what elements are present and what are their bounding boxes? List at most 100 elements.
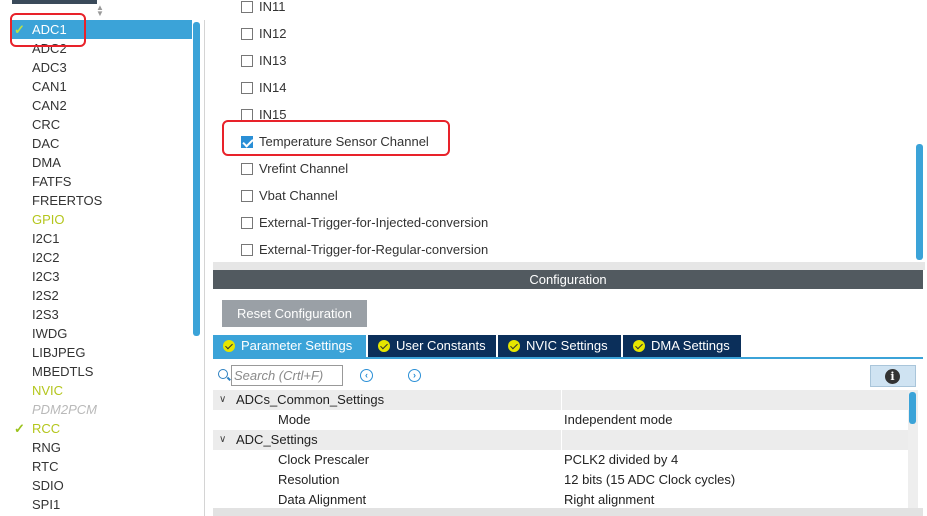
peripheral-item[interactable]: DMA [10, 153, 192, 172]
config-tab[interactable]: Parameter Settings [213, 335, 366, 357]
peripheral-label: CAN1 [32, 79, 67, 94]
previous-match-icon[interactable]: ‹ [360, 369, 373, 382]
channel-item[interactable]: IN12 [241, 25, 286, 43]
peripheral-item[interactable]: I2C2 [10, 248, 192, 267]
parameter-value[interactable]: Right alignment [564, 490, 654, 510]
channel-checkbox[interactable] [241, 82, 253, 94]
config-tab[interactable]: DMA Settings [623, 335, 741, 357]
search-row: ‹ › i [213, 360, 923, 390]
parameter-name: Mode [278, 412, 311, 427]
channel-label: External-Trigger-for-Regular-conversion [259, 242, 489, 257]
peripheral-item[interactable]: I2C1 [10, 229, 192, 248]
channel-checkbox[interactable] [241, 163, 253, 175]
parameter-group-row[interactable]: ∨ ADCs_Common_Settings [213, 390, 910, 410]
config-tab[interactable]: NVIC Settings [498, 335, 621, 357]
channel-item[interactable]: External-Trigger-for-Injected-conversion [241, 214, 488, 232]
check-icon: ✓ [14, 421, 25, 436]
peripheral-label: FATFS [32, 174, 72, 189]
channel-label: IN13 [259, 53, 287, 68]
channel-item[interactable]: External-Trigger-for-Regular-conversion [241, 241, 488, 259]
peripheral-item[interactable]: CAN1 [10, 77, 192, 96]
next-match-icon[interactable]: › [408, 369, 421, 382]
peripheral-label: NVIC [32, 383, 64, 398]
channel-item[interactable]: IN13 [241, 52, 286, 70]
peripheral-label: RNG [32, 440, 61, 455]
sort-icon[interactable]: ▲ ▼ [96, 4, 104, 18]
peripheral-item[interactable]: ✓ RCC [10, 419, 192, 438]
config-tab[interactable]: User Constants [368, 335, 496, 357]
parameter-value[interactable]: Independent mode [564, 410, 672, 430]
parameter-value[interactable]: PCLK2 divided by 4 [564, 450, 678, 470]
peripheral-label: RTC [32, 459, 59, 474]
panel-tab-strip[interactable] [12, 0, 97, 4]
parameter-row[interactable]: Resolution 12 bits (15 ADC Clock cycles) [213, 470, 910, 490]
peripheral-item[interactable]: DAC [10, 134, 192, 153]
collapse-chevron-icon[interactable]: ∨ [219, 430, 226, 450]
peripheral-item[interactable]: I2S2 [10, 286, 192, 305]
peripheral-label: ADC3 [32, 60, 67, 75]
parameter-row[interactable]: Clock Prescaler PCLK2 divided by 4 [213, 450, 910, 470]
tab-label: Parameter Settings [241, 338, 353, 353]
peripheral-item[interactable]: SDIO [10, 476, 192, 495]
status-ok-icon [633, 340, 645, 352]
horizontal-scroll-track[interactable] [213, 508, 923, 516]
peripheral-item[interactable]: ADC3 [10, 58, 192, 77]
peripheral-item[interactable]: SPI1 [10, 495, 192, 514]
peripheral-item[interactable]: NVIC [10, 381, 192, 400]
channel-item[interactable]: IN11 [241, 0, 286, 16]
channel-checkbox[interactable] [241, 244, 253, 256]
reset-configuration-button[interactable]: Reset Configuration [222, 300, 367, 327]
peripheral-item[interactable]: CAN2 [10, 96, 192, 115]
parameter-group-row[interactable]: ∨ ADC_Settings [213, 430, 910, 450]
channel-checkbox[interactable] [241, 217, 253, 229]
peripheral-item[interactable]: RTC [10, 457, 192, 476]
peripheral-label: DAC [32, 136, 60, 151]
peripheral-list-scrollbar[interactable] [193, 22, 200, 336]
channel-item[interactable]: IN14 [241, 79, 286, 97]
tab-underline [213, 357, 923, 359]
splitter[interactable] [213, 262, 925, 270]
info-button[interactable]: i [870, 365, 916, 387]
info-icon: i [885, 369, 900, 384]
channel-item[interactable]: Vrefint Channel [241, 160, 348, 178]
tab-label: DMA Settings [651, 338, 730, 353]
column-separator [561, 430, 562, 450]
collapse-chevron-icon[interactable]: ∨ [219, 390, 226, 410]
group-label: ADCs_Common_Settings [236, 392, 385, 407]
search-input[interactable] [231, 365, 343, 386]
channel-label: IN11 [259, 0, 286, 14]
channel-checkbox[interactable] [241, 190, 253, 202]
parameter-value[interactable]: 12 bits (15 ADC Clock cycles) [564, 470, 735, 490]
column-separator [561, 390, 562, 410]
tab-label: NVIC Settings [526, 338, 608, 353]
peripheral-item[interactable]: CRC [10, 115, 192, 134]
channel-label: Vbat Channel [259, 188, 338, 203]
highlight-box-adc1 [10, 13, 86, 47]
peripheral-label: CAN2 [32, 98, 67, 113]
channel-list-scrollbar[interactable] [916, 144, 923, 260]
peripheral-item[interactable]: FREERTOS [10, 191, 192, 210]
peripheral-item[interactable]: IWDG [10, 324, 192, 343]
peripheral-label: I2C3 [32, 269, 60, 284]
peripheral-item[interactable]: MBEDTLS [10, 362, 192, 381]
parameter-row[interactable]: Mode Independent mode [213, 410, 910, 430]
peripheral-item[interactable]: PDM2PCM [10, 400, 192, 419]
parameter-table: ∨ ADCs_Common_Settings Mode Independent mod… [213, 390, 910, 516]
channel-checkbox[interactable] [241, 1, 253, 13]
peripheral-item[interactable]: I2S3 [10, 305, 192, 324]
peripheral-item[interactable]: LIBJPEG [10, 343, 192, 362]
parameter-row[interactable]: Data Alignment Right alignment [213, 490, 910, 510]
parameter-scrollbar[interactable] [909, 392, 916, 424]
peripheral-item[interactable]: GPIO [10, 210, 192, 229]
channel-checkbox[interactable] [241, 55, 253, 67]
peripheral-label: I2C2 [32, 250, 60, 265]
channel-item[interactable]: Vbat Channel [241, 187, 338, 205]
peripheral-item[interactable]: I2C3 [10, 267, 192, 286]
peripheral-label: IWDG [32, 326, 68, 341]
peripheral-label: FREERTOS [32, 193, 103, 208]
peripheral-item[interactable]: FATFS [10, 172, 192, 191]
status-ok-icon [223, 340, 235, 352]
channel-checkbox[interactable] [241, 28, 253, 40]
peripheral-label: MBEDTLS [32, 364, 94, 379]
peripheral-item[interactable]: RNG [10, 438, 192, 457]
